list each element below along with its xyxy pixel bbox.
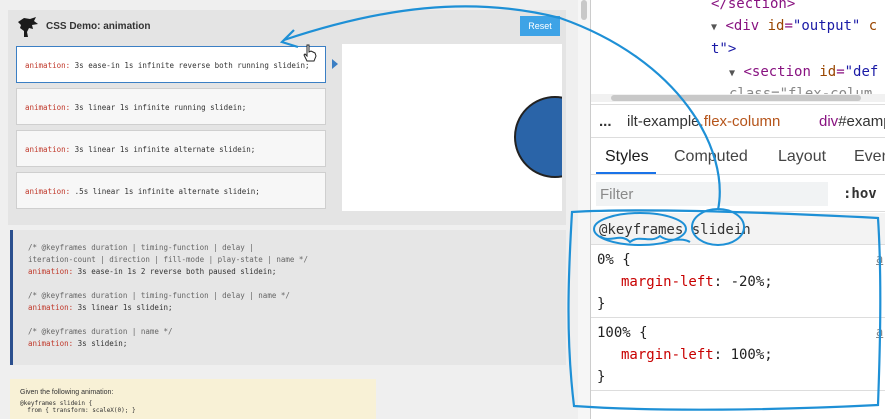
keyframes-title: @keyframes slidein: [599, 222, 751, 238]
hand-cursor-icon: [303, 44, 317, 62]
code-property: animation:: [28, 339, 74, 348]
code-property: animation:: [28, 303, 74, 312]
tree-eq: =: [784, 18, 793, 34]
filter-bar: :hov: [591, 176, 885, 212]
choice-value: 3s ease-in 1s infinite reverse both runn…: [70, 61, 310, 70]
breadcrumb-item-div[interactable]: div#examp: [819, 113, 885, 130]
css-value[interactable]: -20%;: [731, 274, 773, 290]
elements-tree: </section> ▼ <div id="output" c t"> ▼ <s…: [591, 0, 885, 102]
tab-computed[interactable]: Computed: [674, 148, 748, 166]
keyframe-rule-100: 100% { a margin-left: 100%; }: [591, 319, 885, 391]
tree-scrollbar-thumb[interactable]: [611, 95, 861, 101]
keyframe-selector[interactable]: 0% {: [597, 252, 631, 268]
css-declaration[interactable]: margin-left: 100%;: [621, 347, 773, 363]
breadcrumb-item-section[interactable]: ilt-example.flex-column: [627, 113, 780, 130]
syntax-code-block: /* @keyframes duration | timing-function…: [10, 230, 566, 365]
keyframe-rule-0: 0% { a margin-left: -20%; }: [591, 246, 885, 318]
tree-value: "output": [792, 18, 861, 34]
source-link[interactable]: a: [876, 252, 883, 266]
breadcrumb-id: ilt-example: [627, 113, 700, 130]
devtools-panel: </section> ▼ <div id="output" c t"> ▼ <s…: [590, 0, 885, 419]
code-value: 3s linear 1s slidein;: [73, 303, 173, 312]
tree-node[interactable]: ▼ <section id="def: [729, 64, 878, 80]
expand-triangle-icon[interactable]: ▼: [711, 22, 717, 33]
choice-property: animation:: [25, 103, 71, 112]
css-property[interactable]: margin-left: [621, 274, 714, 290]
choice-property: animation:: [25, 187, 71, 196]
breadcrumb-tag: div: [819, 113, 839, 130]
reset-button[interactable]: Reset: [520, 16, 560, 36]
keyframe-selector[interactable]: 100% {: [597, 325, 648, 341]
breadcrumb-id: #examp: [838, 113, 885, 130]
tree-tag: </section>: [711, 0, 796, 12]
keyframes-header: @keyframes slidein: [591, 213, 885, 245]
expand-triangle-icon[interactable]: ▼: [729, 68, 735, 79]
code-value: 3s ease-in 1s 2 reverse both paused slid…: [73, 267, 277, 276]
styles-pane: @keyframes slidein 0% { a margin-left: -…: [591, 213, 885, 419]
breadcrumb-class: .flex-column: [699, 113, 781, 130]
tree-attr: id: [767, 18, 785, 34]
breadcrumb-ellipsis[interactable]: ...: [599, 113, 612, 130]
dinosaur-logo-icon: [18, 17, 38, 37]
choice-property: animation:: [25, 145, 71, 154]
page-scrollbar-thumb[interactable]: [581, 0, 587, 20]
tree-value: "def: [844, 64, 879, 80]
demo-header: CSS Demo: animation Reset: [8, 10, 566, 44]
output-box: [342, 44, 562, 211]
tree-tag: <div: [725, 18, 768, 34]
choice-option-3[interactable]: animation: 3s linear 1s infinite alterna…: [16, 130, 326, 167]
source-link[interactable]: a: [876, 325, 883, 339]
tree-attr: id: [819, 64, 837, 80]
tree-node[interactable]: </section>: [711, 0, 795, 12]
filter-input[interactable]: [596, 182, 828, 206]
rule-close-brace: }: [597, 369, 606, 385]
tree-node[interactable]: ▼ <div id="output" c: [711, 18, 877, 34]
css-declaration[interactable]: margin-left: -20%;: [621, 274, 773, 290]
code-line: animation: 3s ease-in 1s 2 reverse both …: [28, 266, 566, 278]
tree-node: t">: [711, 41, 736, 57]
tree-eq: =: [836, 64, 845, 80]
choice-option-2[interactable]: animation: 3s linear 1s infinite running…: [16, 88, 326, 125]
choice-property: animation:: [25, 61, 71, 70]
code-line: animation: 3s linear 1s slidein;: [28, 302, 566, 314]
tab-styles[interactable]: Styles: [605, 148, 649, 166]
tab-event-listeners[interactable]: Even: [854, 148, 885, 166]
note-code-line: from { transform: scaleX(0); }: [20, 407, 136, 414]
demo-page: CSS Demo: animation Reset animation: 3s …: [0, 0, 590, 419]
code-comment: /* @keyframes duration | name */: [28, 327, 173, 336]
breadcrumb: ... ilt-example.flex-column div#examp: [591, 104, 885, 138]
interactive-example-panel: CSS Demo: animation Reset animation: 3s …: [8, 10, 566, 225]
choice-option-4[interactable]: animation: .5s linear 1s infinite altern…: [16, 172, 326, 209]
code-comment: /* @keyframes duration | timing-function…: [28, 243, 254, 252]
page-scrollbar[interactable]: [578, 0, 590, 419]
note-text: Given the following animation:: [20, 389, 114, 396]
code-line: animation: 3s slidein;: [28, 338, 566, 350]
selected-arrow-icon: [332, 59, 338, 69]
code-comment: /* @keyframes duration | timing-function…: [28, 291, 290, 300]
tab-layout[interactable]: Layout: [778, 148, 826, 166]
hover-state-toggle[interactable]: :hov: [843, 186, 877, 202]
choice-option-1[interactable]: animation: 3s ease-in 1s infinite revers…: [16, 46, 326, 83]
code-property: animation:: [28, 267, 74, 276]
code-value: 3s slidein;: [73, 339, 128, 348]
note-code-line: @keyframes slidein {: [20, 400, 93, 407]
styles-tab-bar: Styles Computed Layout Even: [591, 139, 885, 175]
animated-circle: [514, 96, 562, 178]
choice-value: 3s linear 1s infinite running slidein;: [70, 103, 247, 112]
code-comment: iteration-count | direction | fill-mode …: [28, 255, 308, 264]
tree-tag: <section: [743, 64, 820, 80]
note-panel: Given the following animation: @keyframe…: [10, 379, 376, 419]
tree-value: t">: [711, 41, 737, 57]
rule-close-brace: }: [597, 296, 606, 312]
note-code: @keyframes slidein { from { transform: s…: [20, 400, 376, 414]
active-tab-indicator: [596, 172, 656, 174]
demo-title: CSS Demo: animation: [46, 21, 151, 32]
css-value[interactable]: 100%;: [731, 347, 773, 363]
tree-horizontal-scrollbar[interactable]: [591, 94, 885, 102]
choice-value: 3s linear 1s infinite alternate slidein;: [70, 145, 256, 154]
css-property[interactable]: margin-left: [621, 347, 714, 363]
choice-value: .5s linear 1s infinite alternate slidein…: [70, 187, 260, 196]
tree-attr: c: [860, 18, 878, 34]
